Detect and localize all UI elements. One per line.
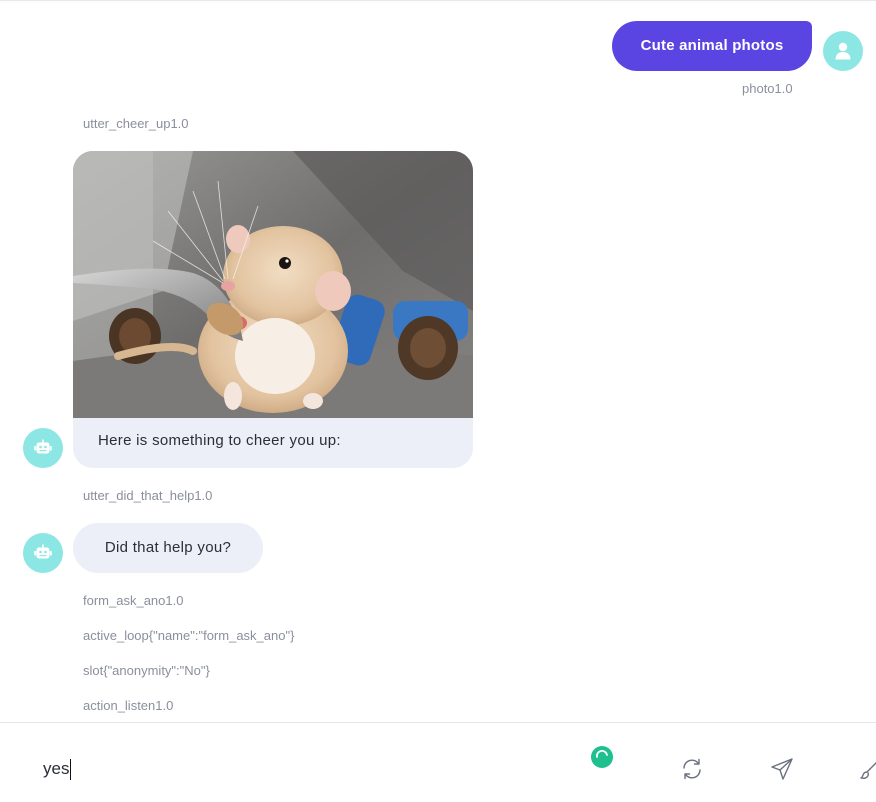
event-meta-line: action_listen1.0 xyxy=(83,698,174,713)
user-avatar xyxy=(823,31,863,71)
event-meta-line: active_loop{"name":"form_ask_ano"} xyxy=(83,628,295,643)
robot-icon xyxy=(34,544,52,559)
user-icon xyxy=(835,42,851,60)
chat-window: Cute animal photos photo1.0 utter_cheer_… xyxy=(0,0,876,802)
brush-icon xyxy=(860,762,876,780)
hamster-photo xyxy=(73,151,473,418)
bot-avatar xyxy=(23,428,63,468)
restart-button[interactable] xyxy=(679,756,705,782)
robot-icon xyxy=(34,439,52,454)
refresh-icon xyxy=(683,758,701,780)
top-divider xyxy=(0,0,876,1)
bot-image-message: Here is something to cheer you up: xyxy=(73,151,473,468)
message-input-bar xyxy=(0,722,876,802)
message-input[interactable] xyxy=(40,753,566,785)
user-message-meta: photo1.0 xyxy=(742,81,793,96)
brush-button[interactable] xyxy=(858,756,876,782)
event-meta-line: slot{"anonymity":"No"} xyxy=(83,663,210,678)
text-caret xyxy=(70,759,71,780)
send-icon xyxy=(771,758,793,780)
bot-image-message-meta: utter_cheer_up1.0 xyxy=(83,116,189,131)
bot-avatar xyxy=(23,533,63,573)
bot-text-message-bubble: Did that help you? xyxy=(73,523,263,573)
event-meta-line: form_ask_ano1.0 xyxy=(83,593,184,608)
send-button[interactable] xyxy=(769,756,795,782)
bot-text-message-meta: utter_did_that_help1.0 xyxy=(83,488,213,503)
bot-image-caption: Here is something to cheer you up: xyxy=(98,432,341,449)
loading-spinner-icon xyxy=(591,746,613,768)
user-message-bubble: Cute animal photos xyxy=(612,21,812,71)
